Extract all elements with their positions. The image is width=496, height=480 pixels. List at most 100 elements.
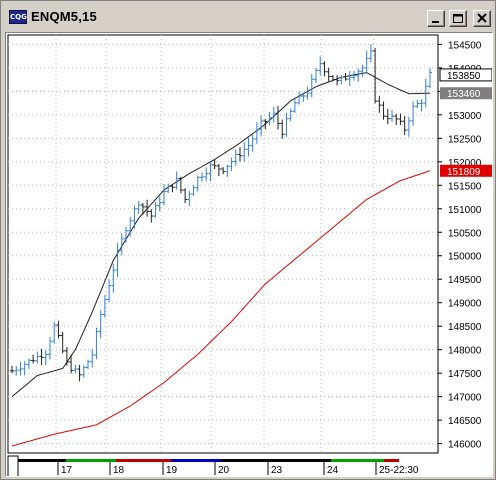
title-bar[interactable]: CQG ENQM5,15 xyxy=(3,3,493,31)
up-bar xyxy=(368,44,373,63)
up-bar xyxy=(233,149,238,166)
session-color-bar xyxy=(384,459,399,462)
up-bar xyxy=(153,202,158,218)
plot-frame xyxy=(7,34,439,454)
down-bar xyxy=(149,209,154,223)
up-bar xyxy=(309,73,314,98)
session-color-bar xyxy=(18,459,30,462)
up-bar xyxy=(246,137,251,157)
price-tick-label: 147000 xyxy=(448,393,482,404)
up-bar xyxy=(419,99,424,112)
price-tag-label: 153460 xyxy=(447,89,481,100)
price-tick-label: 146000 xyxy=(448,440,482,451)
maximize-button[interactable] xyxy=(449,10,467,27)
up-bar xyxy=(111,263,116,293)
price-tick-label: 153000 xyxy=(448,111,482,122)
up-bar xyxy=(204,167,209,182)
price-tag-last-price: 153850 xyxy=(439,68,492,82)
down-bar xyxy=(322,61,327,77)
session-label: 25-22:30 xyxy=(379,465,419,476)
down-bar xyxy=(276,105,280,130)
series-layer xyxy=(10,44,432,447)
chart-area[interactable]: 146000 146500 147000 147500 148000 148500 1490… xyxy=(5,32,493,477)
session-color-bar xyxy=(66,459,116,462)
down-bar xyxy=(381,101,386,120)
up-bar xyxy=(191,185,196,196)
up-bar xyxy=(124,227,128,243)
price-axis: 146000 146500 147000 147500 148000 148500 1490… xyxy=(438,40,492,451)
down-bar xyxy=(170,184,175,193)
price-tag-long-ma: 151809 xyxy=(440,164,492,178)
up-bar xyxy=(136,201,141,215)
up-bar xyxy=(292,99,297,113)
up-bar xyxy=(98,310,103,339)
up-bar xyxy=(107,279,112,302)
price-tick-label: 152500 xyxy=(448,134,482,145)
down-bar xyxy=(326,67,331,82)
down-bar xyxy=(402,116,407,136)
down-bar xyxy=(216,163,221,177)
down-bar xyxy=(39,348,44,366)
down-bar xyxy=(56,320,61,339)
minimize-icon xyxy=(432,21,439,23)
up-bar xyxy=(94,327,99,360)
price-chart[interactable]: 146000 146500 147000 147500 148000 148500 1490… xyxy=(6,33,492,476)
session-color-bar xyxy=(221,459,274,462)
short-ma-line xyxy=(11,72,431,397)
down-bar xyxy=(394,113,399,126)
price-tick-label: 147500 xyxy=(448,369,482,380)
up-bar xyxy=(187,190,192,207)
up-bar xyxy=(225,164,230,177)
up-bar xyxy=(242,141,247,162)
up-bar xyxy=(208,161,213,182)
maximize-icon xyxy=(453,14,463,23)
down-bar xyxy=(377,95,382,113)
up-bar xyxy=(35,351,40,364)
down-bar xyxy=(178,176,183,194)
up-bar xyxy=(73,364,78,374)
up-bar xyxy=(415,99,420,109)
up-bar xyxy=(132,205,137,229)
up-bar xyxy=(195,175,200,192)
up-bar xyxy=(284,112,289,137)
up-bar xyxy=(102,295,107,318)
session-label: 20 xyxy=(218,465,230,476)
down-bar xyxy=(335,75,340,86)
scroll-start-box xyxy=(7,455,19,476)
down-bar xyxy=(238,147,242,162)
session-label: 18 xyxy=(113,465,125,476)
price-tick-label: 149500 xyxy=(448,275,482,286)
price-tag-label: 153850 xyxy=(447,71,481,82)
down-bar xyxy=(221,167,226,175)
close-button[interactable] xyxy=(473,10,491,27)
price-tick-label: 154500 xyxy=(448,40,482,51)
session-label: 19 xyxy=(166,465,178,476)
up-bar xyxy=(364,50,369,72)
down-bar xyxy=(31,354,36,364)
price-tick-label: 150000 xyxy=(448,252,482,263)
minimize-button[interactable] xyxy=(427,10,445,27)
price-tick-label: 150500 xyxy=(448,228,482,239)
session-label: 17 xyxy=(61,465,73,476)
up-bar xyxy=(229,157,234,172)
price-tag-short-ma: 153460 xyxy=(440,87,492,100)
up-bar xyxy=(305,86,310,100)
up-bar xyxy=(411,101,416,126)
price-tick-label: 151000 xyxy=(448,205,482,216)
session-color-bar xyxy=(30,459,66,462)
price-tick-label: 148000 xyxy=(448,346,482,357)
price-tick-label: 149000 xyxy=(448,299,482,310)
price-tick-label: 148500 xyxy=(448,322,482,333)
up-bar xyxy=(200,172,204,182)
up-bar xyxy=(162,184,166,206)
session-color-bar xyxy=(331,459,384,462)
session-label: 23 xyxy=(271,465,283,476)
price-tick-label: 151500 xyxy=(448,181,482,192)
up-bar xyxy=(250,134,255,152)
down-bar xyxy=(183,188,188,204)
up-bar xyxy=(360,65,365,77)
chart-window: CQG ENQM5,15 146000 146500 147000 147500 148… xyxy=(0,0,496,480)
price-tag-label: 151809 xyxy=(447,167,481,178)
up-bar xyxy=(14,365,19,376)
session-label: 24 xyxy=(327,465,339,476)
